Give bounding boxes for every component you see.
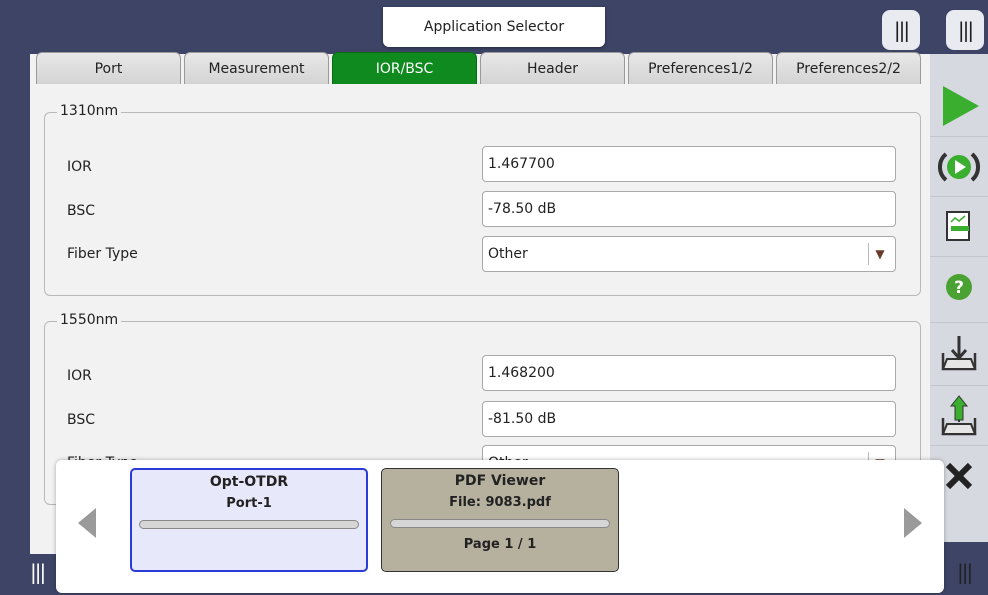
bsc-field[interactable]: -78.50 dB [482, 191, 896, 227]
bsc-field[interactable]: -81.50 dB [482, 401, 896, 437]
grip-handle-icon[interactable]: ||| [30, 560, 46, 584]
tab-preferences-2[interactable]: Preferences2/2 [776, 52, 921, 84]
tab-ior-bsc[interactable]: IOR/BSC [332, 52, 477, 84]
dropdown-arrow-icon[interactable]: ▼ [868, 243, 891, 265]
bsc-label: BSC [67, 203, 96, 219]
help-icon: ? [946, 274, 972, 300]
task-card-pdf-viewer[interactable]: PDF Viewer File: 9083.pdf Page 1 / 1 [381, 468, 619, 572]
repeat-icon [938, 152, 980, 182]
bsc-label: BSC [67, 412, 96, 428]
bsc-value: -78.50 dB [488, 201, 557, 217]
group-title: 1550nm [57, 312, 122, 328]
svg-text:?: ? [954, 278, 964, 298]
task-card-title: PDF Viewer [454, 473, 546, 489]
tab-measurement[interactable]: Measurement [184, 52, 329, 84]
progress-bar [139, 520, 359, 529]
ior-field[interactable]: 1.468200 [482, 355, 896, 391]
task-card-subtitle: Port-1 [226, 496, 272, 511]
tab-header[interactable]: Header [480, 52, 625, 84]
fiber-type-dropdown[interactable]: Other ▼ [482, 236, 896, 272]
ior-value: 1.467700 [488, 156, 555, 172]
progress-bar [390, 519, 610, 528]
tab-preferences-1[interactable]: Preferences1/2 [628, 52, 773, 84]
play-icon [943, 86, 979, 126]
ior-field[interactable]: 1.467700 [482, 146, 896, 182]
tab-label: IOR/BSC [375, 60, 434, 77]
save-button[interactable] [930, 385, 988, 446]
ior-value: 1.468200 [488, 365, 555, 381]
grip-handle-icon[interactable]: ||| [946, 10, 984, 50]
task-card-title: Opt-OTDR [209, 474, 289, 490]
grip-handle-icon[interactable]: ||| [957, 560, 973, 584]
tab-port[interactable]: Port [36, 52, 181, 84]
task-card-opt-otdr[interactable]: Opt-OTDR Port-1 [130, 468, 368, 572]
ior-label: IOR [67, 368, 92, 384]
arrow-right-icon[interactable] [902, 506, 924, 540]
ior-label: IOR [67, 159, 92, 175]
tab-label: Measurement [208, 60, 305, 77]
group-1310nm: 1310nm IOR 1.467700 BSC -78.50 dB Fiber … [44, 103, 921, 296]
repeat-button[interactable] [930, 136, 988, 197]
task-card-footer: Page 1 / 1 [463, 537, 537, 552]
load-icon [941, 336, 977, 371]
tab-label: Port [94, 60, 123, 77]
fiber-type-label: Fiber Type [67, 246, 138, 262]
tab-label: Preferences1/2 [648, 60, 753, 77]
load-button[interactable] [930, 322, 988, 383]
grip-handle-icon[interactable]: ||| [882, 10, 920, 50]
tab-label: Header [527, 60, 578, 77]
report-button[interactable] [930, 196, 988, 257]
report-icon [946, 211, 970, 241]
task-switcher-panel: Opt-OTDR Port-1 PDF Viewer File: 9083.pd… [56, 460, 944, 593]
application-selector-label: Application Selector [423, 19, 565, 35]
fiber-type-value: Other [488, 246, 528, 262]
save-icon [941, 395, 977, 436]
help-button[interactable]: ? [930, 256, 988, 317]
bsc-value: -81.50 dB [488, 411, 557, 427]
close-icon [945, 462, 973, 490]
application-selector-button[interactable]: Application Selector [383, 7, 605, 47]
start-button[interactable] [930, 76, 988, 136]
arrow-left-icon[interactable] [76, 506, 98, 540]
tab-bar: Port Measurement IOR/BSC Header Preferen… [36, 52, 921, 84]
group-title: 1310nm [57, 103, 122, 119]
task-card-subtitle: File: 9083.pdf [449, 495, 551, 510]
tab-label: Preferences2/2 [796, 60, 901, 77]
